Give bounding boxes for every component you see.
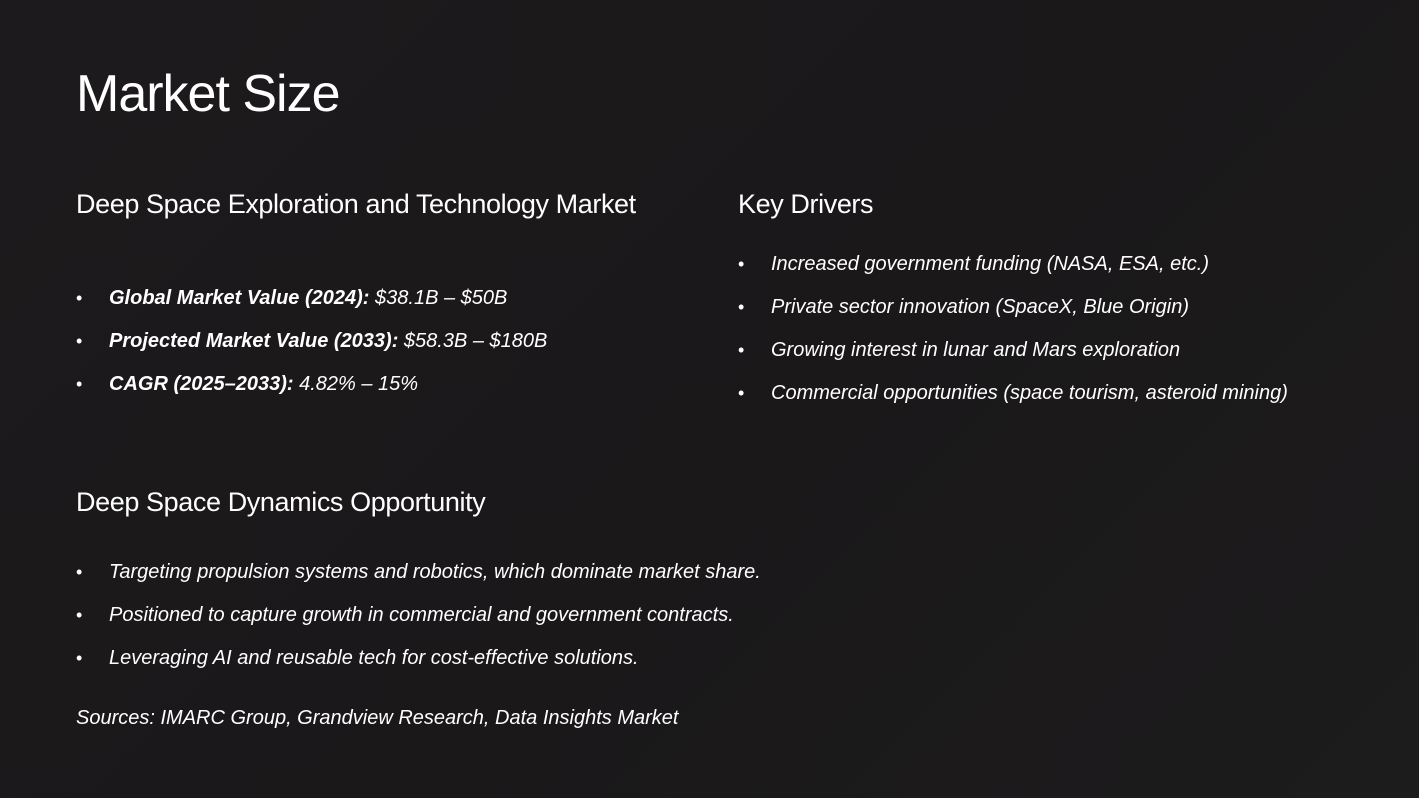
drivers-list: • Increased government funding (NASA, ES…: [738, 250, 1288, 422]
market-item-value: 4.82% – 15%: [293, 373, 419, 395]
market-item-label: Projected Market Value (2033):: [109, 330, 399, 352]
market-item-value: $38.1B – $50B: [369, 287, 508, 309]
market-heading: Deep Space Exploration and Technology Ma…: [76, 189, 636, 219]
bullet-icon: •: [76, 605, 83, 625]
list-item: • Targeting propulsion systems and robot…: [76, 558, 761, 601]
market-item-label: CAGR (2025–2033):: [109, 373, 294, 395]
bullet-icon: •: [76, 648, 83, 668]
opportunity-text: Targeting propulsion systems and robotic…: [109, 561, 761, 583]
opportunity-heading: Deep Space Dynamics Opportunity: [76, 487, 486, 517]
list-item: • Positioned to capture growth in commer…: [76, 601, 761, 644]
bullet-icon: •: [76, 331, 83, 351]
list-item: • Increased government funding (NASA, ES…: [738, 250, 1288, 293]
opportunity-text: Positioned to capture growth in commerci…: [109, 604, 734, 626]
bullet-icon: •: [76, 374, 83, 394]
driver-text: Increased government funding (NASA, ESA,…: [771, 253, 1209, 275]
market-list: • Global Market Value (2024): $38.1B – $…: [76, 284, 547, 413]
list-item: • Projected Market Value (2033): $58.3B …: [76, 327, 547, 370]
list-item: • Commercial opportunities (space touris…: [738, 379, 1288, 422]
slide: Market Size Deep Space Exploration and T…: [0, 0, 1419, 798]
slide-title: Market Size: [76, 65, 341, 123]
list-item: • CAGR (2025–2033): 4.82% – 15%: [76, 370, 547, 413]
list-item: • Private sector innovation (SpaceX, Blu…: [738, 293, 1288, 336]
list-item: • Global Market Value (2024): $38.1B – $…: [76, 284, 547, 327]
bullet-icon: •: [738, 340, 745, 360]
list-item: • Growing interest in lunar and Mars exp…: [738, 336, 1288, 379]
bullet-icon: •: [76, 562, 83, 582]
market-item-label: Global Market Value (2024):: [109, 287, 370, 309]
driver-text: Private sector innovation (SpaceX, Blue …: [771, 296, 1189, 318]
drivers-heading: Key Drivers: [738, 189, 874, 219]
list-item: • Leveraging AI and reusable tech for co…: [76, 644, 761, 687]
market-item-value: $58.3B – $180B: [398, 330, 548, 352]
bullet-icon: •: [76, 288, 83, 308]
opportunity-text: Leveraging AI and reusable tech for cost…: [109, 647, 639, 669]
bullet-icon: •: [738, 383, 745, 403]
driver-text: Growing interest in lunar and Mars explo…: [771, 339, 1181, 361]
driver-text: Commercial opportunities (space tourism,…: [771, 382, 1288, 404]
bullet-icon: •: [738, 254, 745, 274]
sources-note: Sources: IMARC Group, Grandview Research…: [76, 707, 679, 729]
bullet-icon: •: [738, 297, 745, 317]
opportunity-list: • Targeting propulsion systems and robot…: [76, 558, 761, 687]
